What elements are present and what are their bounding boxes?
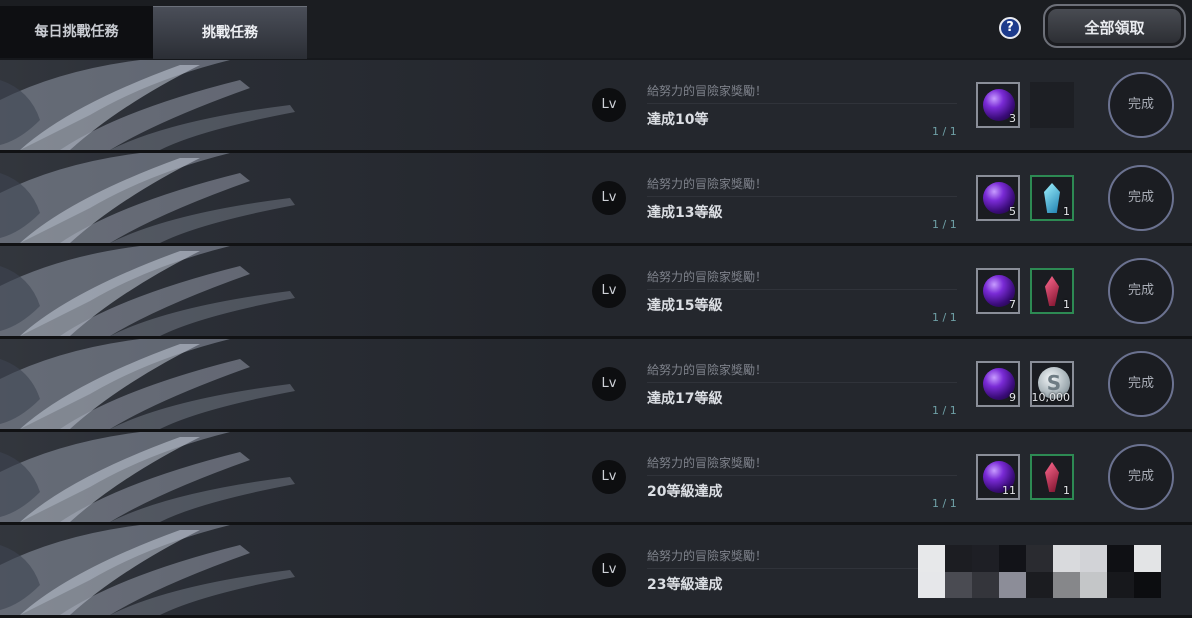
reward-slot[interactable]: 1 (1030, 175, 1074, 221)
mosaic-cell (945, 571, 972, 598)
quest-subtitle: 給努力的冒險家獎勵！ (647, 177, 768, 191)
mosaic-cell (999, 545, 1026, 572)
mosaic-cell (918, 571, 945, 598)
reward-slot[interactable]: 9 (976, 361, 1020, 407)
red-crystal-icon (1045, 276, 1059, 306)
quest-row: Lv 給努力的冒險家獎勵！ 達成15等級 1 / 1 7 1 完成 (0, 246, 1192, 339)
mosaic-cell (1080, 571, 1107, 598)
claim-all-button[interactable]: 全部領取 (1043, 4, 1186, 48)
blue-crystal-icon (1044, 183, 1060, 213)
mosaic-cell (1053, 545, 1080, 572)
divider (647, 103, 957, 104)
complete-button[interactable]: 完成 (1108, 258, 1174, 324)
top-bar: 每日挑戰任務 挑戰任務 ? 全部領取 (0, 0, 1192, 59)
reward-slot[interactable]: 11 (976, 454, 1020, 500)
reward-count: 1 (1063, 205, 1070, 218)
quest-title: 達成15等級 (647, 298, 723, 314)
quest-title: 達成13等級 (647, 205, 723, 221)
mosaic-cell (1026, 571, 1053, 598)
mosaic-cell (1080, 545, 1107, 572)
reward-count: 10,000 (1031, 391, 1071, 404)
quest-subtitle: 給努力的冒險家獎勵！ (647, 84, 768, 98)
quest-subtitle: 給努力的冒險家獎勵！ (647, 456, 768, 470)
divider (647, 568, 957, 569)
quest-row: Lv 給努力的冒險家獎勵！ 達成17等級 1 / 1 9 S 10,000 完成 (0, 339, 1192, 432)
quest-row: Lv 給努力的冒險家獎勵！ 達成13等級 1 / 1 5 1 完成 (0, 153, 1192, 246)
level-badge-icon: Lv (592, 181, 626, 215)
reward-slot[interactable]: 3 (976, 82, 1020, 128)
wing-artwork (0, 432, 295, 522)
divider (647, 475, 957, 476)
reward-count: 1 (1063, 298, 1070, 311)
quest-progress: 1 / 1 (932, 497, 957, 510)
mosaic-cell (918, 545, 945, 572)
mosaic-cell (1107, 545, 1134, 572)
mosaic-cell (945, 545, 972, 572)
reward-count: 5 (1009, 205, 1016, 218)
level-badge-icon: Lv (592, 88, 626, 122)
complete-button[interactable]: 完成 (1108, 444, 1174, 510)
quest-title: 20等級達成 (647, 484, 723, 500)
divider (647, 289, 957, 290)
mosaic-cell (1134, 571, 1161, 598)
quest-row: Lv 給努力的冒險家獎勵！ 20等級達成 1 / 1 11 1 完成 (0, 432, 1192, 525)
divider (647, 382, 957, 383)
quest-title: 23等級達成 (647, 577, 723, 593)
wing-artwork (0, 60, 295, 150)
mosaic-cell (1107, 571, 1134, 598)
quest-row: Lv 給努力的冒險家獎勵！ 23等級達成 (0, 525, 1192, 618)
reward-count: 3 (1009, 112, 1016, 125)
reward-slot[interactable]: 1 (1030, 268, 1074, 314)
level-badge-icon: Lv (592, 367, 626, 401)
wing-artwork (0, 525, 295, 615)
quest-progress: 1 / 1 (932, 311, 957, 324)
censored-mosaic (918, 545, 1161, 598)
quest-subtitle: 給努力的冒險家獎勵！ (647, 270, 768, 284)
reward-count: 7 (1009, 298, 1016, 311)
reward-count: 11 (1002, 484, 1016, 497)
wing-artwork (0, 153, 295, 243)
quest-progress: 1 / 1 (932, 125, 957, 138)
tab-daily-challenge[interactable]: 每日挑戰任務 (0, 6, 153, 58)
wing-artwork (0, 246, 295, 336)
mosaic-cell (1053, 571, 1080, 598)
reward-slot[interactable]: 1 (1030, 454, 1074, 500)
reward-slot[interactable]: S 10,000 (1030, 361, 1074, 407)
quest-title: 達成17等級 (647, 391, 723, 407)
reward-slot[interactable]: 5 (976, 175, 1020, 221)
level-badge-icon: Lv (592, 553, 626, 587)
quest-title: 達成10等 (647, 112, 709, 128)
reward-slot-empty (1030, 82, 1074, 128)
mosaic-cell (1026, 545, 1053, 572)
reward-count: 1 (1063, 484, 1070, 497)
reward-slot[interactable]: 7 (976, 268, 1020, 314)
red-crystal-icon (1045, 462, 1059, 492)
mosaic-cell (1134, 545, 1161, 572)
quest-subtitle: 給努力的冒險家獎勵！ (647, 549, 768, 563)
mosaic-cell (972, 545, 999, 572)
complete-button[interactable]: 完成 (1108, 351, 1174, 417)
quest-row: Lv 給努力的冒險家獎勵！ 達成10等 1 / 1 3 完成 (0, 60, 1192, 153)
complete-button[interactable]: 完成 (1108, 72, 1174, 138)
quest-progress: 1 / 1 (932, 218, 957, 231)
reward-count: 9 (1009, 391, 1016, 404)
level-badge-icon: Lv (592, 274, 626, 308)
quest-subtitle: 給努力的冒險家獎勵！ (647, 363, 768, 377)
complete-button[interactable]: 完成 (1108, 165, 1174, 231)
mosaic-cell (999, 571, 1026, 598)
divider (647, 196, 957, 197)
mosaic-cell (972, 571, 999, 598)
wing-artwork (0, 339, 295, 429)
quest-progress: 1 / 1 (932, 404, 957, 417)
tab-challenge-quests[interactable]: 挑戰任務 (153, 6, 307, 59)
level-badge-icon: Lv (592, 460, 626, 494)
help-icon[interactable]: ? (999, 17, 1021, 39)
